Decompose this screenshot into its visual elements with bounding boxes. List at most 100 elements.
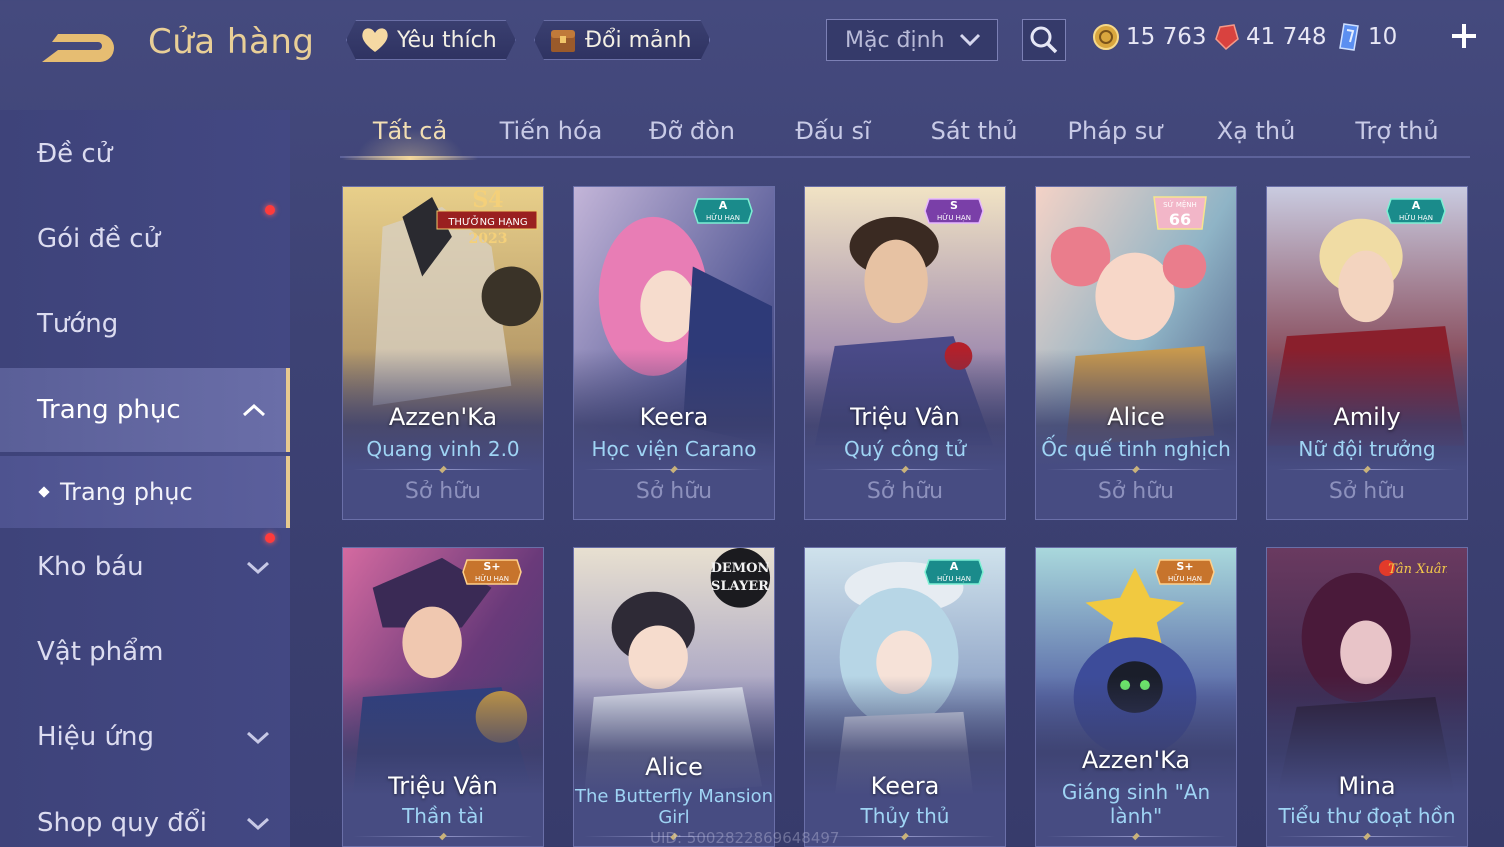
sidebar-subitem-label: Trang phục [60, 478, 193, 506]
hero-name: Triệu Vân [388, 772, 498, 800]
sidebar-item-effects[interactable]: Hiệu ứng [0, 695, 290, 779]
limited-grade-badge-icon: A HỮU HẠN [693, 198, 753, 224]
svg-text:HỮU HẠN: HỮU HẠN [706, 213, 740, 222]
sidebar-item-exchange-shop[interactable]: Shop quy đổi [0, 781, 290, 847]
sidebar-item-recommended[interactable]: Đề cử [0, 112, 290, 196]
tab-mage[interactable]: Pháp sư [1047, 104, 1183, 158]
svg-text:SỨ MỆNH: SỨ MỆNH [1163, 200, 1197, 209]
gem-amount: 41 748 [1246, 24, 1327, 50]
owned-status: Sở hữu [866, 479, 944, 504]
chevron-down-icon [959, 33, 981, 47]
gold-coin-icon [1093, 24, 1119, 50]
divider [353, 469, 533, 470]
sidebar-subitem-skins[interactable]: Trang phục [0, 456, 290, 528]
sort-value: Mặc định [845, 27, 945, 53]
svg-text:S4: S4 [472, 187, 503, 213]
skin-name: Ốc quế tinh nghịch [1041, 437, 1231, 461]
svg-text:A: A [719, 199, 728, 212]
svg-text:S+: S+ [483, 560, 500, 573]
divider [1046, 469, 1226, 470]
skin-name: Tiểu thư đoạt hồn [1278, 804, 1456, 828]
rank-reward-badge-icon: S4 THƯỞNG HẠNG 2023 [436, 187, 538, 247]
skin-card[interactable]: DEMON SLAYER Alice The Butterfly Mansion… [573, 547, 775, 847]
skin-card[interactable]: S HỮU HẠN Triệu Vân Quý công tử Sở hữu [804, 186, 1006, 520]
tab-marksman[interactable]: Xạ thủ [1188, 104, 1324, 158]
sidebar-item-treasure[interactable]: Kho báu [0, 525, 290, 609]
owned-status: Sở hữu [635, 479, 713, 504]
skin-card[interactable]: A HỮU HẠN Keera Thủy thủ [804, 547, 1006, 847]
divider [815, 469, 995, 470]
exchange-label: Đổi mảnh [585, 27, 692, 53]
skin-name: Học viện Carano [591, 437, 757, 461]
chevron-down-icon [246, 561, 270, 575]
skin-card[interactable]: SỨ MỆNH 66 Alice Ốc quế tinh nghịch Sở h… [1035, 186, 1237, 520]
page-title: Cửa hàng [148, 22, 315, 62]
divider [815, 836, 995, 837]
hero-name: Alice [1107, 403, 1165, 431]
favorites-label: Yêu thích [397, 27, 497, 53]
skin-name: Thủy thủ [860, 804, 950, 828]
sidebar-item-label: Đề cử [37, 139, 113, 169]
sidebar-item-heroes[interactable]: Tướng [0, 282, 290, 366]
skin-name: Nữ đội trưởng [1298, 437, 1436, 461]
favorites-button[interactable]: Yêu thích [346, 20, 516, 60]
tab-evolution[interactable]: Tiến hóa [483, 104, 619, 158]
tab-assassin[interactable]: Sát thủ [906, 104, 1042, 158]
back-arrow-icon[interactable] [36, 26, 116, 66]
svg-text:2023: 2023 [469, 231, 508, 247]
svg-text:S+: S+ [1176, 560, 1193, 573]
sidebar-item-items[interactable]: Vật phẩm [0, 610, 290, 694]
hero-name: Alice [645, 753, 703, 781]
sidebar-item-skins[interactable]: Trang phục [0, 368, 290, 452]
hero-name: Triệu Vân [850, 403, 960, 431]
skin-name: Quang vinh 2.0 [366, 437, 520, 461]
svg-text:A: A [1412, 199, 1421, 212]
divider [353, 836, 533, 837]
sidebar-item-bundles[interactable]: Gói đề cử [0, 197, 290, 281]
limited-grade-badge-icon: S+ HỮU HẠN [462, 559, 522, 585]
chevron-down-icon [246, 817, 270, 831]
svg-text:SLAYER: SLAYER [711, 579, 769, 594]
svg-text:66: 66 [1169, 210, 1191, 229]
chest-icon [547, 24, 579, 56]
top-bar: Cửa hàng Yêu thích Đổi mảnh Mặc định 15 [0, 0, 1504, 92]
hero-name: Azzen'Ka [1081, 746, 1191, 774]
demon-slayer-collab-badge-icon: DEMON SLAYER [711, 561, 770, 594]
svg-text:HỮU HẠN: HỮU HẠN [475, 574, 509, 583]
tab-fighter[interactable]: Đấu sĩ [765, 104, 901, 158]
svg-text:S: S [950, 199, 958, 212]
sidebar-item-label: Trang phục [37, 395, 181, 425]
sidebar-item-label: Tướng [37, 309, 119, 339]
voucher-currency: 10 [1336, 20, 1397, 54]
svg-text:A: A [950, 560, 959, 573]
exchange-fragments-button[interactable]: Đổi mảnh [534, 20, 710, 60]
skin-name: Giáng sinh "An lành" [1061, 780, 1211, 828]
tab-all[interactable]: Tất cả [342, 104, 478, 160]
owned-status: Sở hữu [1097, 479, 1175, 504]
skin-card[interactable]: A HỮU HẠN Keera Học viện Carano Sở hữu [573, 186, 775, 520]
category-tabs: Tất cả Tiến hóa Đỡ đòn Đấu sĩ Sát thủ Ph… [340, 104, 1470, 160]
voucher-amount: 10 [1368, 24, 1398, 50]
limited-grade-badge-icon: A HỮU HẠN [924, 559, 984, 585]
skin-name: The Butterfly Mansion Girl [574, 786, 774, 828]
bullet-icon [38, 486, 50, 498]
skin-card[interactable]: Tân Xuân Mina Tiểu thư đoạt hồn [1266, 547, 1468, 847]
tab-tank[interactable]: Đỡ đòn [624, 104, 760, 158]
owned-status: Sở hữu [404, 479, 482, 504]
skin-card[interactable]: S+ HỮU HẠN Triệu Vân Thần tài [342, 547, 544, 847]
search-button[interactable] [1022, 19, 1066, 61]
sidebar-item-label: Vật phẩm [37, 637, 164, 667]
chevron-up-icon [242, 403, 266, 417]
lunar-new-year-badge-icon: Tân Xuân [1379, 560, 1447, 577]
skin-card[interactable]: A HỮU HẠN Amily Nữ đội trưởng Sở hữu [1266, 186, 1468, 520]
skin-card[interactable]: S4 THƯỞNG HẠNG 2023 Azzen'Ka Quang vinh … [342, 186, 544, 520]
svg-text:DEMON: DEMON [711, 561, 770, 576]
hero-name: Keera [639, 403, 709, 431]
divider [1046, 836, 1226, 837]
tab-support[interactable]: Trợ thủ [1329, 104, 1465, 158]
hero-name: Keera [870, 772, 940, 800]
add-currency-plus-icon[interactable] [1448, 20, 1480, 52]
skin-card[interactable]: S+ HỮU HẠN Azzen'Ka Giáng sinh "An lành" [1035, 547, 1237, 847]
sort-dropdown[interactable]: Mặc định [826, 19, 998, 61]
skin-name: Thần tài [402, 804, 484, 828]
